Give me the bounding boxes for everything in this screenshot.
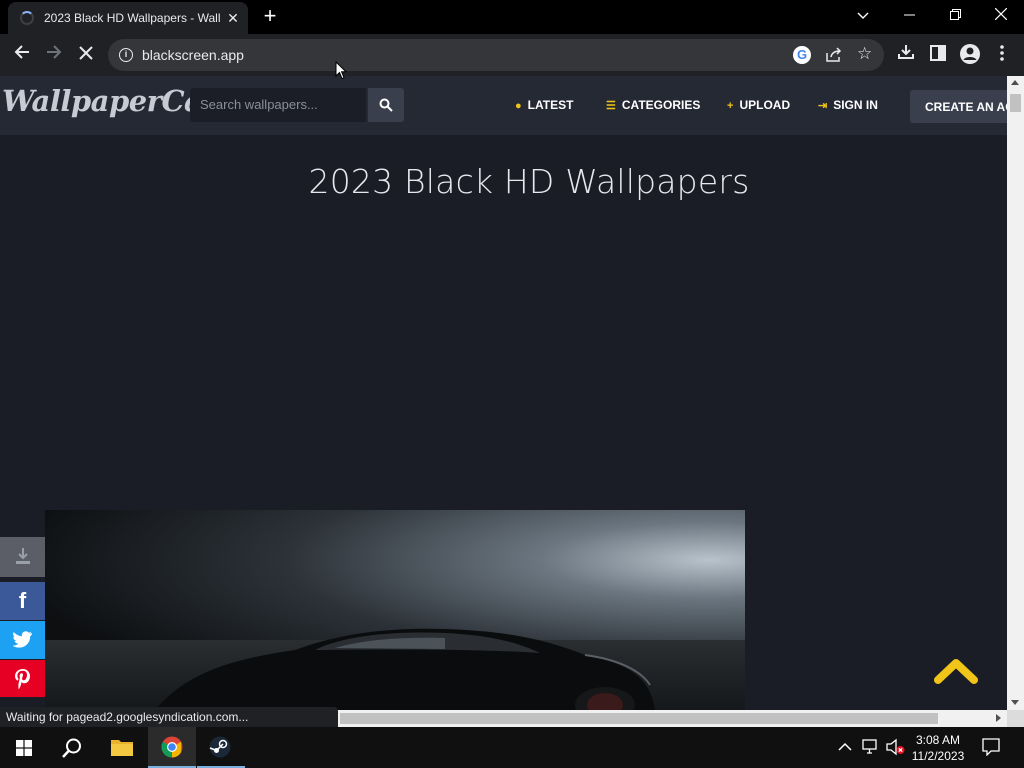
chevron-up-icon	[934, 659, 978, 684]
scroll-to-top-button[interactable]	[934, 656, 978, 686]
search-input[interactable]: Search wallpapers...	[190, 88, 366, 122]
chrome-icon	[161, 736, 183, 758]
download-icon	[15, 548, 30, 564]
plus-icon: +	[727, 100, 734, 112]
chevron-up-icon	[838, 742, 852, 751]
status-bubble: Waiting for pagead2.googlesyndication.co…	[0, 707, 338, 727]
restore-button[interactable]	[932, 0, 978, 30]
horizontal-scroll-thumb[interactable]	[340, 713, 938, 724]
sign-in-icon: ⇥	[818, 100, 828, 112]
nav-categories[interactable]: ☰ CATEGORIES	[606, 98, 700, 112]
pinterest-share-button[interactable]	[0, 660, 45, 697]
forward-arrow-icon[interactable]	[42, 43, 66, 67]
menu-kebab-icon[interactable]	[990, 43, 1014, 67]
search-icon	[379, 98, 393, 112]
browser-tab[interactable]: 2023 Black HD Wallpapers - Wall ✕	[8, 2, 248, 34]
file-explorer-button[interactable]	[98, 727, 146, 768]
system-clock[interactable]: 3:08 AM 11/2/2023	[905, 732, 971, 764]
loading-spinner-icon	[20, 11, 34, 25]
minimize-button[interactable]	[886, 0, 932, 30]
bookmark-star-icon[interactable]: ☆	[857, 45, 875, 63]
close-window-button[interactable]	[978, 0, 1024, 30]
facebook-icon: f	[18, 588, 27, 613]
title-bar: 2023 Black HD Wallpapers - Wall ✕ +	[0, 0, 1024, 34]
list-icon: ☰	[606, 100, 616, 112]
scroll-up-arrow-icon[interactable]	[1011, 80, 1019, 85]
volume-muted-icon[interactable]	[886, 738, 906, 756]
side-panel-icon[interactable]	[926, 43, 950, 67]
black-sports-car	[155, 628, 655, 710]
network-icon[interactable]	[862, 739, 880, 755]
tab-title: 2023 Black HD Wallpapers - Wall	[44, 11, 220, 25]
search-icon	[62, 738, 81, 758]
share-icon[interactable]	[825, 47, 843, 63]
google-lens-icon[interactable]: G	[793, 46, 811, 64]
url-text[interactable]: blackscreen.app	[142, 47, 244, 63]
downloads-icon[interactable]	[894, 43, 918, 67]
site-header: WallpaperCave Search wallpapers... ● LATE…	[0, 76, 1007, 135]
taskbar-search-button[interactable]	[48, 727, 96, 768]
vertical-scroll-thumb[interactable]	[1010, 94, 1021, 112]
address-bar[interactable]: i blackscreen.app G ☆	[108, 39, 884, 71]
new-tab-button[interactable]: +	[258, 5, 282, 29]
tab-close-icon[interactable]: ✕	[224, 9, 242, 27]
browser-toolbar: i blackscreen.app G ☆	[0, 34, 1024, 76]
nav-latest-label: LATEST	[527, 98, 574, 112]
action-center-button[interactable]	[982, 738, 1002, 757]
twitter-share-button[interactable]	[0, 621, 45, 659]
clock-icon: ●	[515, 100, 522, 112]
facebook-share-button[interactable]: f	[0, 582, 45, 620]
start-button[interactable]	[0, 727, 48, 768]
wallpaper-image[interactable]	[45, 510, 745, 710]
mouse-cursor-icon	[335, 61, 347, 80]
search-button[interactable]	[368, 88, 404, 122]
steam-taskbar-button[interactable]	[197, 727, 245, 768]
chrome-taskbar-button[interactable]	[148, 727, 196, 768]
site-info-icon[interactable]: i	[119, 48, 133, 62]
nav-sign-in-label: SIGN IN	[833, 98, 878, 112]
windows-logo-icon	[16, 740, 32, 756]
page-title: 2023 Black HD Wallpapers	[308, 162, 750, 201]
twitter-icon	[11, 631, 32, 648]
scroll-down-arrow-icon[interactable]	[1011, 700, 1019, 705]
nav-sign-in[interactable]: ⇥ SIGN IN	[818, 98, 878, 112]
windows-taskbar: 3:08 AM 11/2/2023	[0, 727, 1024, 768]
web-page: WallpaperCave Search wallpapers... ● LATE…	[0, 76, 1007, 710]
profile-avatar-icon[interactable]	[958, 43, 982, 67]
steam-icon	[209, 736, 231, 758]
nav-categories-label: CATEGORIES	[621, 98, 701, 112]
scroll-right-arrow-icon[interactable]	[996, 714, 1001, 722]
create-account-button[interactable]: CREATE AN AC	[910, 90, 1007, 123]
clock-date: 11/2/2023	[911, 749, 965, 763]
back-arrow-icon[interactable]	[10, 43, 34, 67]
pinterest-icon	[14, 669, 30, 689]
download-button[interactable]	[0, 537, 45, 577]
stop-loading-icon[interactable]	[74, 43, 98, 67]
nav-latest[interactable]: ● LATEST	[515, 98, 573, 112]
folder-icon	[111, 740, 133, 756]
nav-upload[interactable]: + UPLOAD	[727, 98, 790, 112]
clock-time: 3:08 AM	[915, 733, 961, 747]
tab-search-icon[interactable]	[840, 0, 886, 30]
notification-icon	[982, 738, 1000, 757]
scrollbar-corner	[1007, 710, 1024, 727]
show-hidden-icons-button[interactable]	[838, 739, 854, 755]
vertical-scrollbar[interactable]	[1007, 76, 1024, 710]
nav-upload-label: UPLOAD	[739, 98, 791, 112]
